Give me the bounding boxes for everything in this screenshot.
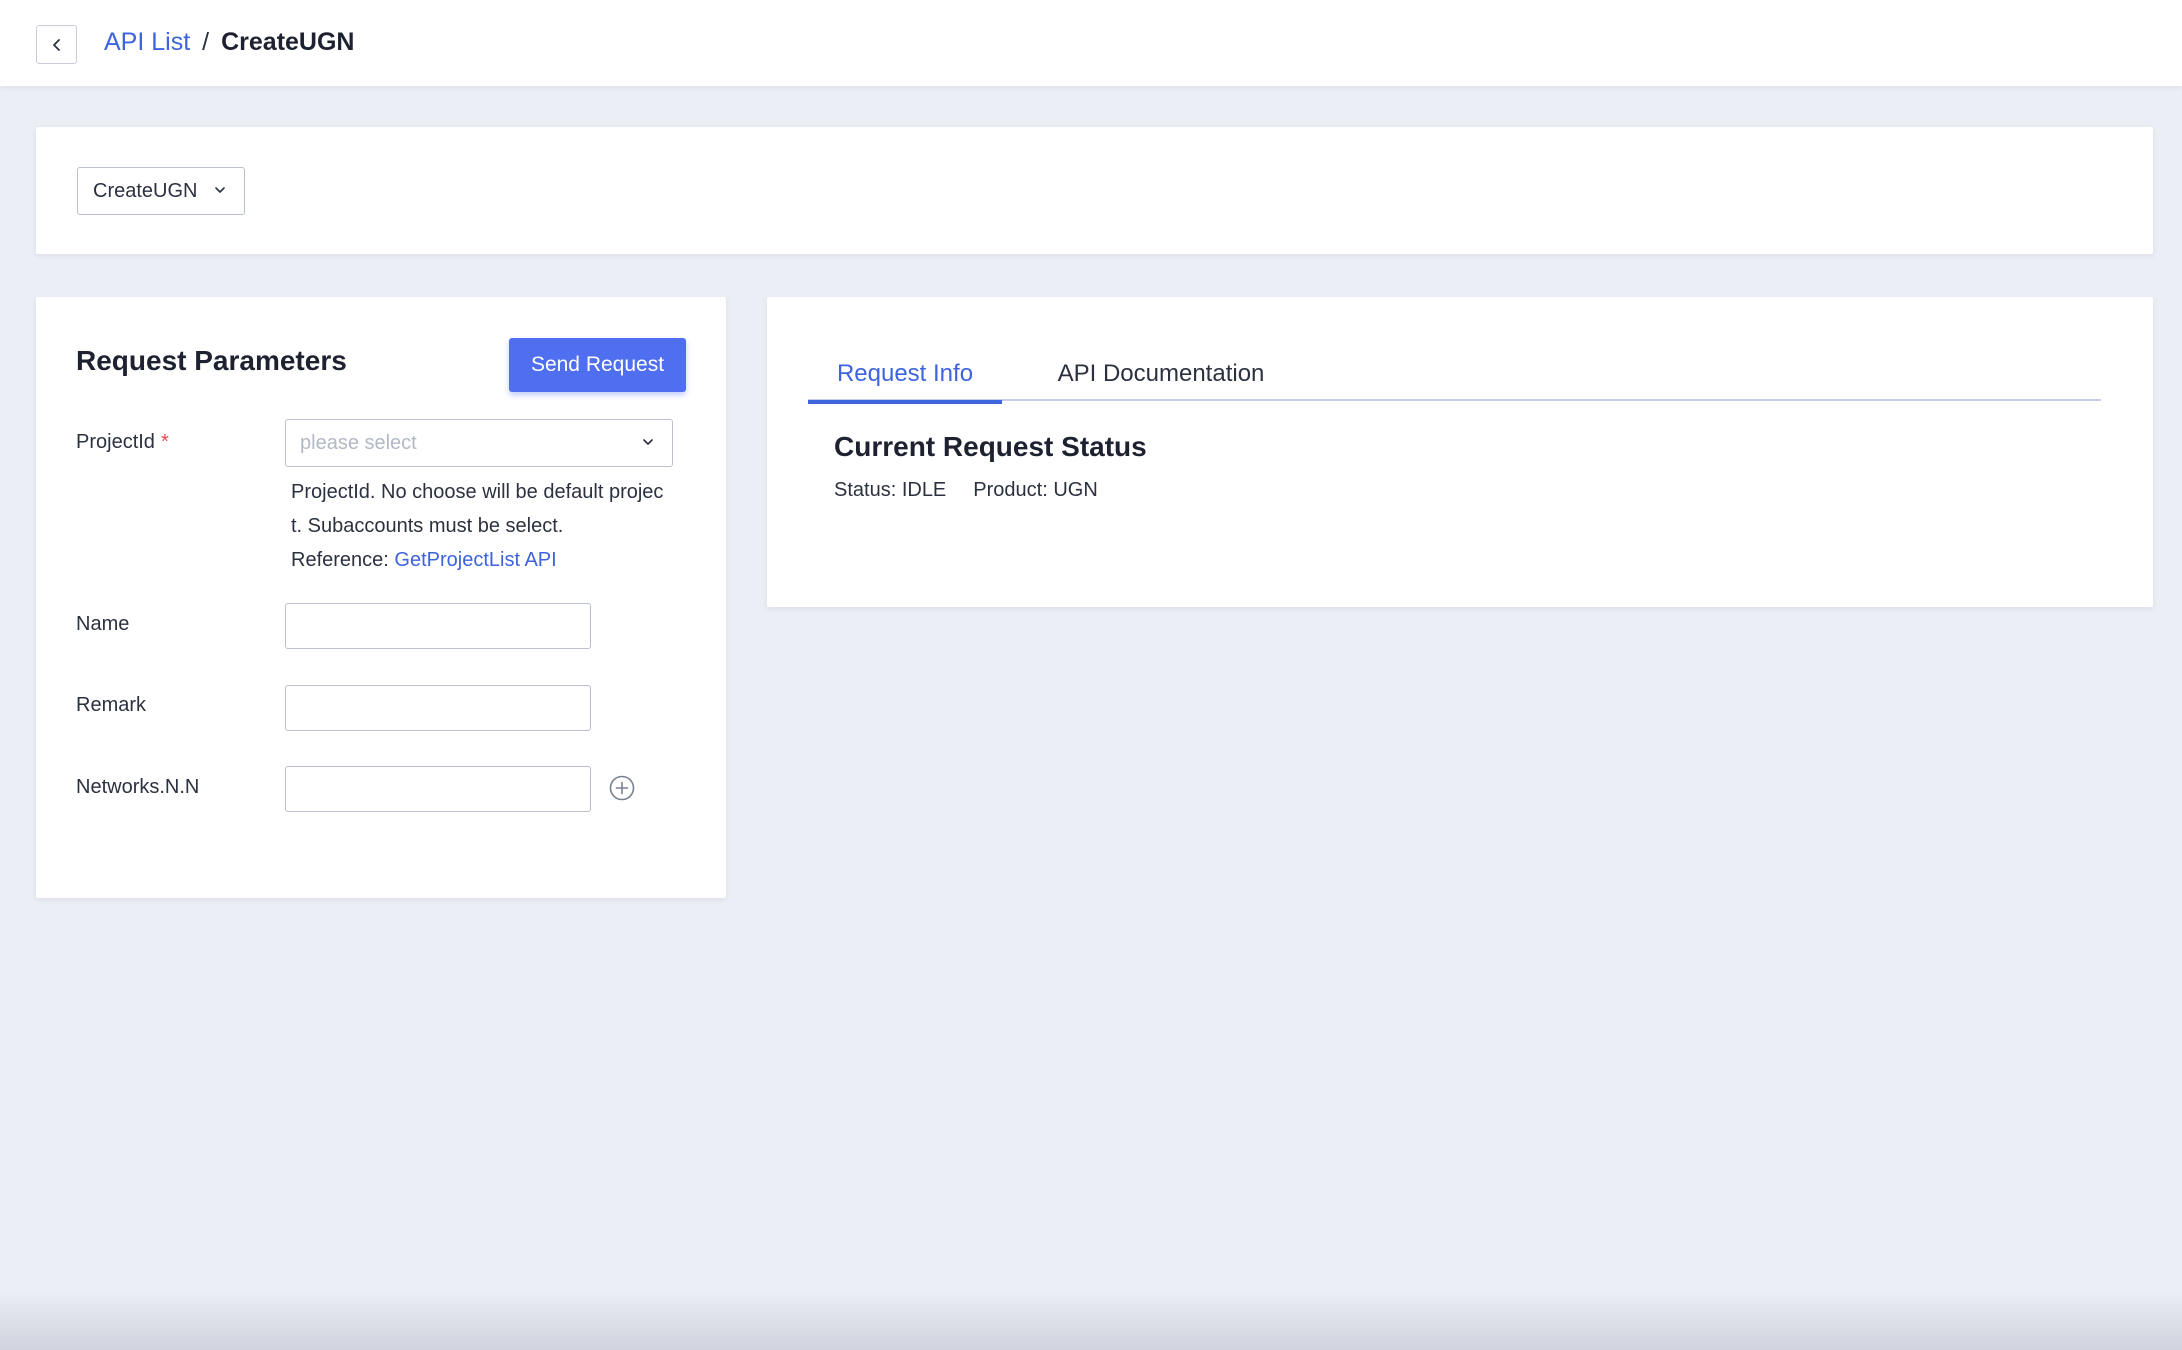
- project-id-label-text: ProjectId: [76, 431, 155, 453]
- chevron-down-icon: [643, 439, 653, 445]
- plus-circle-icon[interactable]: [609, 775, 635, 801]
- networks-label: Networks.N.N: [76, 776, 200, 798]
- project-id-placeholder: please select: [300, 431, 417, 454]
- tab-request-info[interactable]: Request Info: [808, 347, 1002, 404]
- back-button[interactable]: [36, 25, 77, 64]
- tab-api-documentation-label: API Documentation: [1057, 360, 1265, 387]
- bottom-shade: [0, 1290, 2182, 1350]
- project-id-help: ProjectId. No choose will be default pro…: [291, 475, 681, 577]
- breadcrumb-api-list-link[interactable]: API List: [104, 28, 190, 57]
- remark-label: Remark: [76, 694, 147, 716]
- tab-api-documentation[interactable]: API Documentation: [1042, 347, 1280, 401]
- project-id-help-line1: ProjectId. No choose will be default pro…: [291, 481, 664, 503]
- status-text: Status: IDLE: [834, 479, 947, 501]
- project-id-select[interactable]: please select: [285, 419, 673, 467]
- send-request-button[interactable]: Send Request: [509, 338, 686, 392]
- request-parameters-card: Request Parameters Send Request ProjectI…: [36, 297, 726, 898]
- product-text: Product: UGN: [973, 479, 1098, 501]
- project-id-help-line2: t. Subaccounts must be select.: [291, 515, 564, 537]
- project-id-label: ProjectId *: [76, 431, 169, 454]
- status-line: Status: IDLE Product: UGN: [834, 479, 1098, 502]
- get-project-list-api-link[interactable]: GetProjectList API: [394, 549, 556, 571]
- tab-request-info-label: Request Info: [836, 360, 974, 387]
- api-select-value: CreateUGN: [93, 179, 198, 202]
- required-asterisk: *: [160, 431, 169, 453]
- breadcrumb: API List / CreateUGN: [104, 28, 354, 57]
- info-tabs: Request Info API Documentation: [808, 347, 2101, 404]
- current-request-status-title: Current Request Status: [834, 431, 1147, 462]
- api-select-dropdown[interactable]: CreateUGN: [77, 167, 245, 215]
- remark-input[interactable]: [285, 685, 591, 731]
- chevron-left-icon: [52, 38, 60, 51]
- breadcrumb-separator: /: [202, 28, 210, 56]
- chevron-down-icon: [215, 187, 225, 193]
- name-label: Name: [76, 613, 130, 635]
- api-selector-card: CreateUGN: [36, 127, 2153, 254]
- project-id-help-reference: Reference: GetProjectList API: [291, 543, 681, 577]
- active-tab-indicator: [808, 400, 1002, 404]
- name-input[interactable]: [285, 603, 591, 649]
- request-info-card: Request Info API Documentation Current R…: [767, 297, 2153, 607]
- request-parameters-title: Request Parameters: [76, 345, 347, 376]
- reference-prefix: Reference:: [291, 549, 395, 571]
- top-bar: API List / CreateUGN: [0, 0, 2182, 86]
- networks-input[interactable]: [285, 766, 591, 812]
- breadcrumb-current: CreateUGN: [221, 28, 355, 56]
